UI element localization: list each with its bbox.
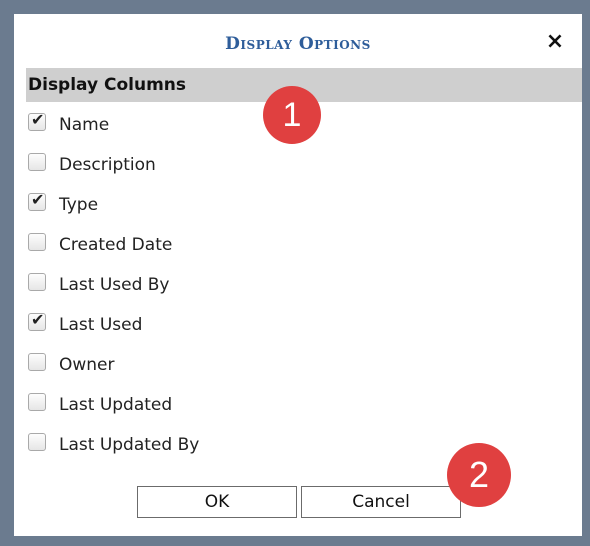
- cancel-button[interactable]: Cancel: [301, 486, 461, 518]
- column-option-type[interactable]: ✔ Type: [28, 190, 328, 220]
- checkbox-last-updated-by[interactable]: [28, 433, 46, 451]
- column-option-last-updated[interactable]: Last Updated: [28, 390, 328, 420]
- checkbox-last-used[interactable]: ✔: [28, 310, 46, 331]
- annotation-badge-2: 2: [447, 443, 511, 507]
- column-option-label: Created Date: [59, 235, 173, 255]
- column-option-label: Last Used By: [59, 275, 170, 295]
- column-option-label: Owner: [59, 355, 115, 375]
- column-option-label: Last Updated: [59, 395, 173, 415]
- ok-button[interactable]: OK: [137, 486, 297, 518]
- checkbox-type[interactable]: ✔: [28, 190, 46, 211]
- column-option-description[interactable]: Description: [28, 150, 328, 180]
- checkbox-last-used-by[interactable]: [28, 273, 46, 291]
- checkmark-icon: ✔: [31, 310, 45, 329]
- dialog-title: Display Options: [225, 34, 371, 54]
- checkmark-icon: ✔: [31, 190, 45, 209]
- column-option-label: Last Used: [59, 315, 143, 335]
- checkbox-description[interactable]: [28, 153, 46, 171]
- checkbox-name[interactable]: ✔: [28, 110, 46, 131]
- annotation-badge-1: 1: [263, 86, 321, 144]
- column-option-last-used[interactable]: ✔ Last Used: [28, 310, 328, 340]
- checkmark-icon: ✔: [31, 110, 45, 129]
- dialog-title-bar: Display Options ×: [14, 14, 582, 68]
- column-option-created-date[interactable]: Created Date: [28, 230, 328, 260]
- column-option-label: Last Updated By: [59, 435, 200, 455]
- column-option-label: Type: [59, 195, 99, 215]
- column-option-label: Description: [59, 155, 156, 175]
- checkbox-created-date[interactable]: [28, 233, 46, 251]
- close-icon[interactable]: ×: [544, 31, 566, 53]
- column-option-last-used-by[interactable]: Last Used By: [28, 270, 328, 300]
- column-option-owner[interactable]: Owner: [28, 350, 328, 380]
- column-option-last-updated-by[interactable]: Last Updated By: [28, 430, 328, 460]
- checkbox-owner[interactable]: [28, 353, 46, 371]
- column-option-label: Name: [59, 115, 110, 135]
- checkbox-last-updated[interactable]: [28, 393, 46, 411]
